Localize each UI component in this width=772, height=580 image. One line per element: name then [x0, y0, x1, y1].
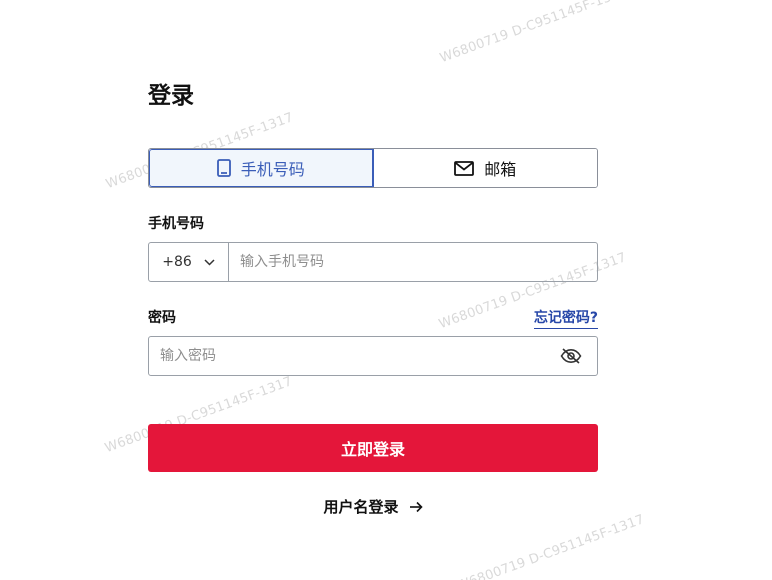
phone-field-group: +86: [148, 242, 598, 282]
tab-email[interactable]: 邮箱: [373, 149, 597, 187]
login-form: 登录 手机号码 邮箱 手机号码 +86 输入手机号码 密码 忘记密码? 立即登录…: [148, 78, 598, 516]
username-login-link[interactable]: 用户名登录: [148, 496, 598, 517]
username-login-label: 用户名登录: [323, 498, 399, 516]
login-method-tabs: 手机号码 邮箱: [148, 148, 598, 188]
tab-label: 手机号码: [240, 160, 305, 179]
watermark: W6800719 D-C951145F-1317: [455, 512, 647, 580]
tab-phone[interactable]: 手机号码: [149, 149, 374, 187]
page-title: 登录: [148, 83, 194, 109]
country-code-value: +86: [162, 254, 192, 270]
login-button[interactable]: 立即登录: [148, 424, 598, 472]
chevron-down-icon: [204, 258, 215, 266]
phone-label: 手机号码: [148, 216, 204, 232]
eye-off-icon[interactable]: [557, 342, 585, 370]
phone-input[interactable]: [229, 243, 597, 281]
watermark: W6800719 D-C951145F-1317: [438, 0, 630, 67]
password-label: 密码: [148, 310, 176, 326]
tab-label: 邮箱: [484, 160, 517, 179]
mail-icon: [454, 160, 475, 176]
arrow-right-icon: [409, 501, 423, 513]
country-code-select[interactable]: +86: [149, 243, 229, 281]
password-field-group: [148, 336, 598, 376]
login-page: W6800719 D-C951145F-1317 W6800719 D-C951…: [0, 0, 772, 580]
password-input[interactable]: [149, 337, 557, 375]
phone-icon: [216, 159, 231, 177]
forgot-password-link[interactable]: 忘记密码?: [533, 307, 598, 329]
